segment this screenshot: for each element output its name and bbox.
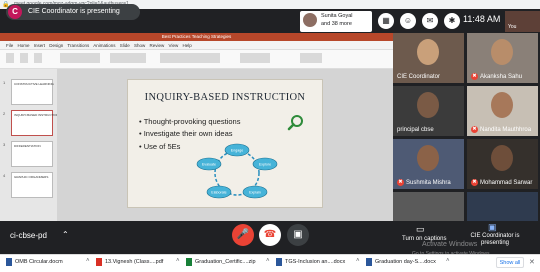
bullet-text: Investigate their own ideas	[143, 129, 233, 138]
cycle-node: Elaborate	[206, 185, 232, 199]
chevron-up-icon[interactable]: ˄	[446, 258, 450, 264]
ppt-ribbon-tabs: File Home Insert Design Transitions Anim…	[0, 41, 393, 50]
notification-name: Sunita Goyal	[321, 13, 353, 19]
participant-name: Nandita Mauthhroa	[480, 127, 532, 133]
slide-title: INQUIRY-BASED INSTRUCTION	[144, 92, 306, 103]
download-item[interactable]: Graduation_Certific....zip	[195, 259, 256, 265]
meeting-clock: 11:48 AM	[463, 14, 501, 24]
font-box[interactable]	[60, 53, 100, 63]
cycle-node: Explore	[252, 157, 278, 171]
presenter-avatar: C	[8, 5, 22, 19]
file-icon	[186, 258, 192, 266]
notification-sub: and 38 more	[321, 21, 352, 27]
cycle-node: Engage	[224, 143, 250, 157]
cycle-label: Engage	[231, 149, 243, 153]
camera-button[interactable]: ▣	[287, 224, 309, 246]
ppt-title-bar: Best Practices Teaching Strategies	[0, 33, 393, 41]
thumb-number: 1	[3, 80, 6, 85]
participant-video	[491, 145, 513, 171]
chat-icon[interactable]: ✉	[422, 13, 438, 29]
chevron-up-icon[interactable]: ˄	[266, 258, 270, 264]
ppt-window-title: Best Practices Teaching Strategies	[161, 34, 232, 39]
chevron-up-icon[interactable]: ˄	[86, 258, 90, 264]
cycle-node: Evaluate	[196, 157, 222, 171]
download-item[interactable]: 13.Vignesh (Class....pdf	[105, 259, 163, 265]
cycle-node: Explain	[242, 185, 268, 199]
designer-box[interactable]	[300, 53, 322, 63]
grid-layout-icon[interactable]: ▦	[378, 13, 394, 29]
slide-bullet: • Use of 5Es	[139, 142, 181, 151]
thumb-title: GRAPHIC ORGANIZERS	[14, 175, 49, 179]
participant-name: Akanksha Sahu	[480, 74, 523, 80]
slide-thumbnail[interactable]: CONSTRUCTIVE LEARNING	[11, 79, 54, 105]
participant-name: CIE Coordinator	[397, 74, 441, 80]
chevron-up-icon[interactable]: ˄	[356, 258, 360, 264]
activities-icon[interactable]: ✱	[444, 13, 460, 29]
participant-name: Mohammad Sarwar	[480, 180, 533, 186]
cycle-label: Explore	[259, 163, 271, 167]
presenter-status: CIE Coordinator is presenting	[28, 8, 120, 15]
self-label: You	[508, 24, 517, 30]
captions-icon[interactable]: ▭	[416, 224, 425, 235]
people-icon[interactable]: ☺	[400, 13, 416, 29]
mic-muted-icon: ✖	[471, 179, 478, 186]
slide-thumbnail[interactable]: DIFFERENTIATION	[11, 141, 53, 167]
slide-thumbnail-selected[interactable]: INQUIRY-BASED INSTRUCTION	[11, 110, 59, 136]
thumb-title: DIFFERENTIATION	[14, 144, 41, 148]
participant-video	[417, 92, 439, 118]
paste-icon[interactable]	[6, 53, 14, 63]
thumb-title: CONSTRUCTIVE LEARNING	[14, 82, 54, 86]
participant-video	[417, 39, 439, 65]
participant-name: Sushmita Mishra	[406, 180, 451, 186]
participant-tile[interactable]	[467, 192, 538, 221]
editing-box[interactable]	[240, 53, 270, 63]
download-item[interactable]: Graduation day-S....docx	[375, 259, 436, 265]
cycle-label: Elaborate	[211, 191, 226, 195]
notification-avatar	[303, 13, 317, 27]
slide-bullet: • Investigate their own ideas	[139, 129, 233, 138]
cycle-label: Explain	[249, 191, 261, 195]
download-item[interactable]: OMB Circular.docm	[15, 259, 63, 265]
participant-name: principal cbse	[397, 127, 434, 133]
drawing-box[interactable]	[160, 53, 220, 63]
file-icon	[276, 258, 282, 266]
participant-video	[491, 92, 513, 118]
participant-tile[interactable]	[393, 192, 464, 221]
paragraph-box[interactable]	[110, 53, 146, 63]
participant-video	[491, 39, 513, 65]
mic-muted-icon: ✖	[471, 126, 478, 133]
meeting-code: ci-cbse-pd	[10, 231, 47, 240]
file-icon	[96, 258, 102, 266]
cycle-label: Evaluate	[202, 163, 216, 167]
thumb-number: 4	[3, 173, 6, 178]
file-icon	[366, 258, 372, 266]
thumb-number: 2	[3, 111, 6, 116]
present-icon[interactable]: ▣	[488, 222, 497, 233]
downloads-bar	[0, 254, 540, 272]
participant-video	[417, 145, 439, 171]
show-all-button[interactable]: Show all	[496, 257, 524, 268]
end-call-button[interactable]: ☎	[259, 224, 281, 246]
close-icon[interactable]: ✕	[529, 258, 535, 266]
chevron-up-icon[interactable]: ⌃	[62, 230, 69, 239]
mic-muted-icon: ✖	[471, 73, 478, 80]
new-slide-icon[interactable]	[20, 53, 28, 63]
bullet-text: Thought-provoking questions	[143, 117, 241, 126]
mic-off-button[interactable]: 🎤	[232, 224, 254, 246]
file-icon	[6, 258, 12, 266]
mic-muted-icon: ✖	[397, 179, 404, 186]
slide-bullet: • Thought-provoking questions	[139, 117, 241, 126]
chevron-up-icon[interactable]: ˄	[176, 258, 180, 264]
thumb-number: 3	[3, 142, 6, 147]
layout-icon[interactable]	[34, 53, 42, 63]
bullet-text: Use of 5Es	[143, 142, 181, 151]
magnifier-icon	[287, 115, 303, 131]
5e-cycle-diagram: Engage Explore Explain Elaborate Evaluat…	[196, 143, 278, 199]
activate-windows-title: Activate Windows	[422, 241, 478, 248]
thumb-title: INQUIRY-BASED INSTRUCTION	[14, 113, 59, 117]
slide-thumbnail[interactable]: GRAPHIC ORGANIZERS	[11, 172, 53, 198]
ppt-tab-list[interactable]: File Home Insert Design Transitions Anim…	[6, 43, 192, 48]
download-item[interactable]: TGS-Inclusion an....docx	[285, 259, 345, 265]
